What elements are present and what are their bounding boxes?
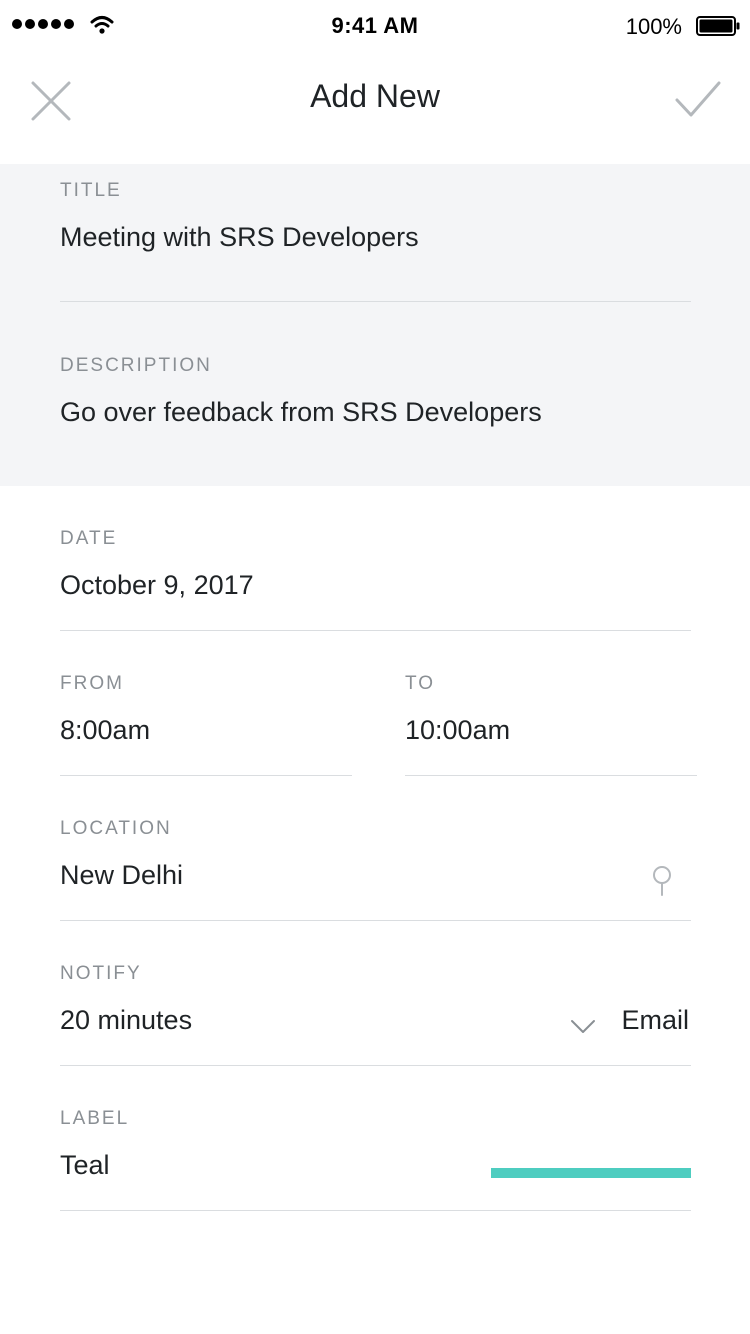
date-input[interactable]: October 9, 2017 [60, 570, 254, 601]
from-label: FROM [60, 673, 124, 694]
to-label: TO [405, 673, 436, 694]
notify-label: NOTIFY [60, 963, 142, 984]
map-pin-icon[interactable] [651, 866, 673, 896]
location-input[interactable]: New Delhi [60, 860, 183, 891]
location-divider [60, 920, 691, 921]
battery-percent: 100% [625, 14, 682, 39]
from-divider [60, 775, 352, 776]
description-label: DESCRIPTION [60, 355, 212, 376]
label-color-swatch[interactable] [491, 1168, 691, 1178]
nav-bar: Add New [0, 54, 750, 164]
title-input[interactable]: Meeting with SRS Developers [60, 222, 419, 253]
status-bar: 9:41 AM 100% [0, 0, 750, 54]
battery-icon [696, 16, 740, 36]
page-title: Add New [310, 78, 440, 114]
date-divider [60, 630, 691, 631]
from-input[interactable]: 8:00am [60, 715, 150, 746]
label-color-name[interactable]: Teal [60, 1150, 110, 1181]
date-field[interactable]: DATE October 9, 2017 [60, 528, 691, 631]
title-field[interactable]: TITLE Meeting with SRS Developers [60, 180, 691, 302]
chevron-down-icon[interactable] [570, 1019, 596, 1035]
description-input[interactable]: Go over feedback from SRS Developers [60, 397, 542, 428]
add-new-screen: 9:41 AM 100% Add New TITLE Meeting with … [0, 0, 750, 1334]
label-label: LABEL [60, 1108, 130, 1129]
label-field[interactable]: LABEL Teal [60, 1108, 691, 1211]
title-divider [60, 301, 691, 302]
location-field[interactable]: LOCATION New Delhi [60, 818, 691, 921]
from-field[interactable]: FROM 8:00am [60, 673, 352, 776]
notify-divider [60, 1065, 691, 1066]
to-field[interactable]: TO 10:00am [405, 673, 697, 776]
title-label: TITLE [60, 180, 122, 201]
notify-method-select[interactable]: Email [621, 1005, 689, 1036]
to-input[interactable]: 10:00am [405, 715, 510, 746]
notify-field[interactable]: NOTIFY 20 minutes Email [60, 963, 691, 1066]
notify-time-select[interactable]: 20 minutes [60, 1005, 192, 1036]
to-divider [405, 775, 697, 776]
location-label: LOCATION [60, 818, 172, 839]
checkmark-icon[interactable] [674, 80, 722, 120]
date-label: DATE [60, 528, 118, 549]
label-divider [60, 1210, 691, 1211]
description-field[interactable]: DESCRIPTION Go over feedback from SRS De… [60, 355, 691, 455]
